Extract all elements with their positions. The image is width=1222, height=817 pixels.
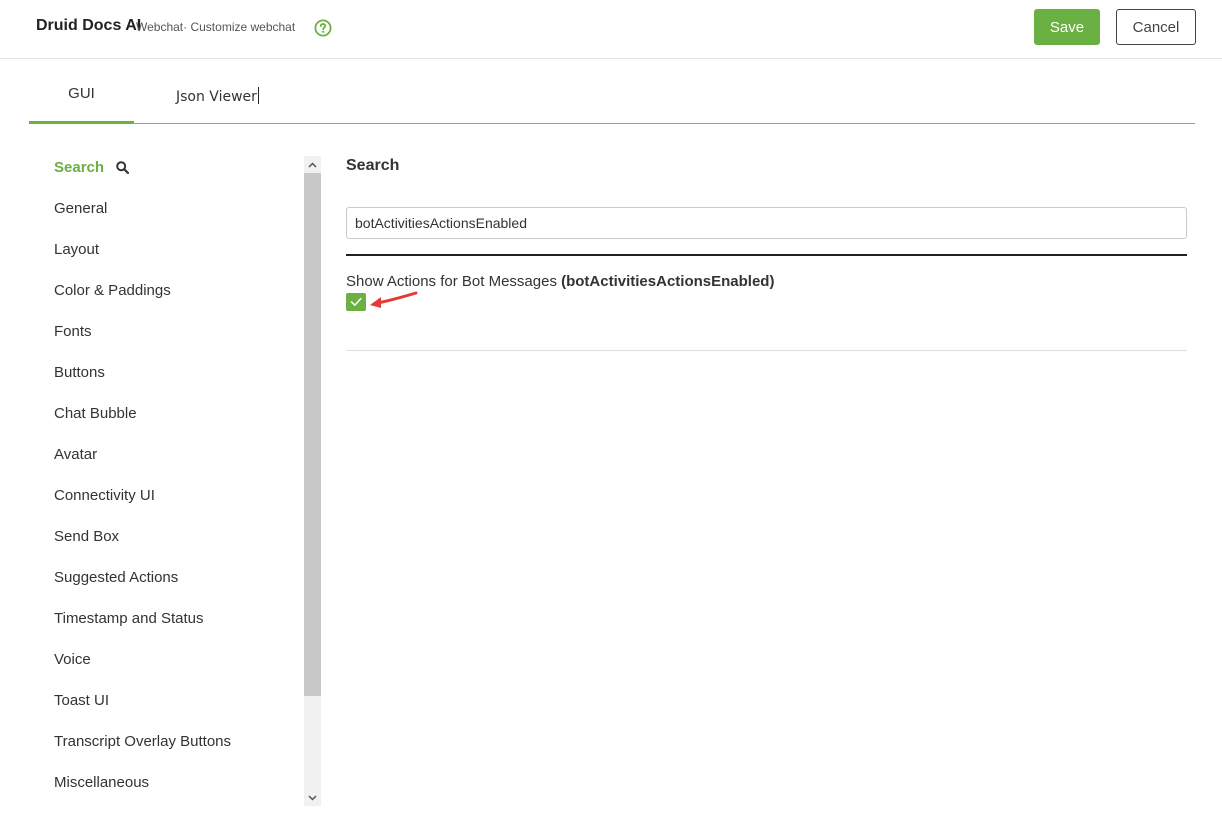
search-icon <box>116 161 130 174</box>
checkmark-icon <box>350 297 362 306</box>
sidebar-item-general[interactable]: General <box>54 200 107 217</box>
sidebar-item-voice[interactable]: Voice <box>54 651 91 668</box>
sidebar-item-buttons[interactable]: Buttons <box>54 364 105 381</box>
sidebar-item-layout[interactable]: Layout <box>54 241 99 258</box>
app-title: Druid Docs AI <box>36 17 142 34</box>
sidebar-scrollbar[interactable] <box>304 156 321 806</box>
sidebar-item-avatar[interactable]: Avatar <box>54 446 97 463</box>
sidebar-item-suggested-actions[interactable]: Suggested Actions <box>54 569 178 586</box>
sidebar-item-color-paddings[interactable]: Color & Paddings <box>54 282 171 299</box>
sidebar-item-timestamp-status[interactable]: Timestamp and Status <box>54 610 204 627</box>
bot-actions-checkbox[interactable] <box>346 293 366 311</box>
scroll-up-arrow-icon[interactable] <box>304 156 321 173</box>
tab-bar: GUI Json Viewer <box>29 60 1195 124</box>
cancel-button[interactable]: Cancel <box>1116 9 1196 45</box>
sidebar-nav: Search General Layout Color & Paddings F… <box>29 156 304 806</box>
sidebar-item-label: Search <box>54 159 105 176</box>
save-button[interactable]: Save <box>1034 9 1100 45</box>
divider <box>346 350 1187 351</box>
setting-label-text: Show Actions for Bot Messages <box>346 273 562 290</box>
scrollbar-thumb[interactable] <box>304 173 321 696</box>
sidebar-item-toast-ui[interactable]: Toast UI <box>54 692 109 709</box>
text-cursor <box>257 87 259 104</box>
sidebar-item-fonts[interactable]: Fonts <box>54 323 92 340</box>
divider <box>346 254 1187 256</box>
breadcrumb: Webchat· Customize webchat <box>136 20 296 34</box>
tab-json-viewer[interactable]: Json Viewer <box>176 60 296 124</box>
sidebar-item-transcript-overlay-buttons[interactable]: Transcript Overlay Buttons <box>54 733 231 750</box>
tab-gui[interactable]: GUI <box>29 60 134 124</box>
setting-label: Show Actions for Bot Messages (botActivi… <box>346 273 774 290</box>
scroll-down-arrow-icon[interactable] <box>304 789 321 806</box>
sidebar-item-search[interactable]: Search <box>54 159 130 176</box>
sidebar-item-connectivity-ui[interactable]: Connectivity UI <box>54 487 155 504</box>
setting-key: (botActivitiesActionsEnabled) <box>561 273 775 290</box>
sidebar-item-miscellaneous[interactable]: Miscellaneous <box>54 774 149 791</box>
top-header: Druid Docs AI Webchat· Customize webchat… <box>0 0 1222 59</box>
search-input[interactable] <box>346 207 1187 239</box>
section-title: Search <box>346 157 400 174</box>
annotation-arrow-icon <box>370 291 418 308</box>
sidebar-item-chat-bubble[interactable]: Chat Bubble <box>54 405 137 422</box>
help-icon[interactable] <box>314 19 332 37</box>
tab-json-viewer-label: Json Viewer <box>176 89 257 105</box>
sidebar-item-send-box[interactable]: Send Box <box>54 528 119 545</box>
